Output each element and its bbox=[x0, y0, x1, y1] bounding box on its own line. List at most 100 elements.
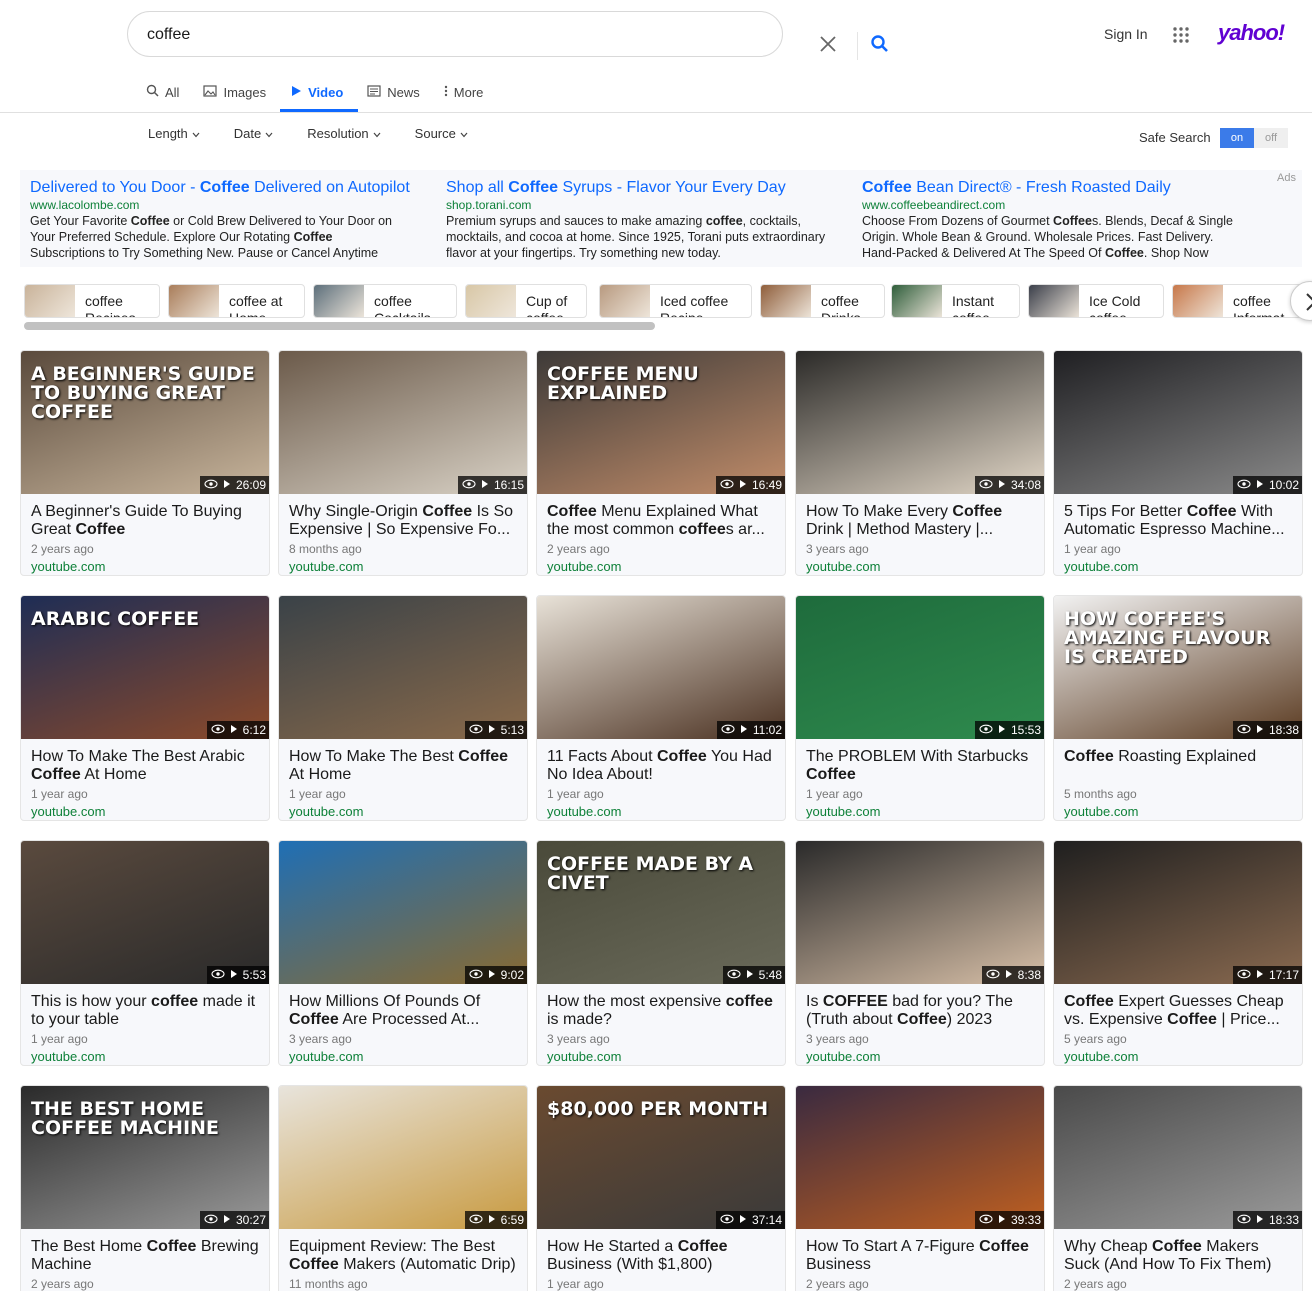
related-search-chip[interactable]: Instant coffee bbox=[891, 284, 1020, 318]
video-card[interactable]: 16:15 Why Single-Origin Coffee Is So Expe… bbox=[278, 350, 528, 576]
yahoo-logo[interactable]: yahoo! bbox=[1218, 20, 1285, 46]
safe-search-on[interactable]: on bbox=[1220, 128, 1254, 148]
video-title[interactable]: How He Started a Coffee Business (With $… bbox=[547, 1238, 779, 1274]
tab-more[interactable]: More bbox=[444, 82, 483, 102]
tab-video[interactable]: Video bbox=[290, 82, 343, 102]
video-title[interactable]: 11 Facts About Coffee You Had No Idea Ab… bbox=[547, 748, 779, 784]
video-thumbnail[interactable]: The Best Home Coffee Machine 30:27 bbox=[21, 1086, 269, 1229]
safe-search-off[interactable]: off bbox=[1254, 128, 1288, 148]
video-thumbnail[interactable]: 9:02 bbox=[279, 841, 527, 984]
video-thumbnail[interactable]: Arabic Coffee 6:12 bbox=[21, 596, 269, 739]
video-card[interactable]: 6:59 Equipment Review: The Best Coffee Ma… bbox=[278, 1085, 528, 1291]
video-thumbnail[interactable]: Coffee Menu Explained 16:49 bbox=[537, 351, 785, 494]
video-title[interactable]: How To Start A 7-Figure Coffee Business bbox=[806, 1238, 1038, 1274]
video-title[interactable]: How To Make The Best Coffee At Home bbox=[289, 748, 521, 784]
video-title[interactable]: A Beginner's Guide To Buying Great Coffe… bbox=[31, 503, 263, 539]
video-title[interactable]: Equipment Review: The Best Coffee Makers… bbox=[289, 1238, 521, 1274]
filter-date[interactable]: Date bbox=[234, 126, 273, 141]
video-title[interactable]: Why Single-Origin Coffee Is So Expensive… bbox=[289, 503, 521, 539]
video-title[interactable]: Coffee Menu Explained What the most comm… bbox=[547, 503, 779, 539]
video-thumbnail[interactable]: Coffee Made by a Civet 5:48 bbox=[537, 841, 785, 984]
chevron-right-icon[interactable] bbox=[1290, 281, 1312, 321]
related-search-chip[interactable]: Iced coffee Recipe bbox=[599, 284, 752, 318]
related-search-chip[interactable]: coffee at Home bbox=[168, 284, 305, 318]
chip-label: coffee Drinks bbox=[821, 293, 861, 318]
eye-icon bbox=[1237, 723, 1251, 737]
sign-in-link[interactable]: Sign In bbox=[1104, 26, 1148, 42]
chevron-down-icon bbox=[373, 126, 381, 141]
ad-title[interactable]: Delivered to You Door - Coffee Delivered… bbox=[30, 179, 410, 197]
video-title[interactable]: How To Make The Best Arabic Coffee At Ho… bbox=[31, 748, 263, 784]
ad-url[interactable]: www.coffeebeandirect.com bbox=[862, 198, 1242, 212]
video-thumbnail[interactable]: 15:53 bbox=[796, 596, 1044, 739]
video-thumbnail[interactable]: 5:53 bbox=[21, 841, 269, 984]
video-card[interactable]: 18:33 Why Cheap Coffee Makers Suck (And H… bbox=[1053, 1085, 1303, 1291]
video-card[interactable]: Arabic Coffee 6:12 How To Make The Best Ar… bbox=[20, 595, 270, 821]
tab-images[interactable]: Images bbox=[203, 82, 266, 102]
video-thumbnail[interactable]: $80,000 Per Month 37:14 bbox=[537, 1086, 785, 1229]
video-thumbnail[interactable]: 5:13 bbox=[279, 596, 527, 739]
video-thumbnail[interactable]: 11:02 bbox=[537, 596, 785, 739]
video-card[interactable]: 17:17 Coffee Expert Guesses Cheap vs. Exp… bbox=[1053, 840, 1303, 1066]
eye-icon bbox=[469, 723, 483, 737]
video-title[interactable]: The PROBLEM With Starbucks Coffee bbox=[806, 748, 1038, 784]
related-search-chip[interactable]: coffee Cocktails bbox=[313, 284, 457, 318]
video-card[interactable]: $80,000 Per Month 37:14 How He Started a C… bbox=[536, 1085, 786, 1291]
video-title[interactable]: How the most expensive coffee is made? bbox=[547, 993, 779, 1029]
video-card[interactable]: 10:02 5 Tips For Better Coffee With Autom… bbox=[1053, 350, 1303, 576]
video-card[interactable]: 8:38 Is COFFEE bad for you? The (Truth ab… bbox=[795, 840, 1045, 1066]
video-thumbnail[interactable]: 16:15 bbox=[279, 351, 527, 494]
ad-url[interactable]: shop.torani.com bbox=[446, 198, 826, 212]
video-title[interactable]: Coffee Roasting Explained bbox=[1064, 748, 1296, 766]
video-card[interactable]: A Beginner's Guide to Buying Great Coffe… bbox=[20, 350, 270, 576]
chips-scrollbar[interactable] bbox=[24, 322, 655, 330]
video-source: youtube.com bbox=[289, 804, 364, 819]
search-icon[interactable] bbox=[870, 34, 898, 62]
video-card[interactable]: 9:02 How Millions Of Pounds Of Coffee Are… bbox=[278, 840, 528, 1066]
ad-url[interactable]: www.lacolombe.com bbox=[30, 198, 410, 212]
video-title[interactable]: How Millions Of Pounds Of Coffee Are Pro… bbox=[289, 993, 521, 1029]
video-title[interactable]: Is COFFEE bad for you? The (Truth about … bbox=[806, 993, 1038, 1029]
video-thumbnail[interactable]: 8:38 bbox=[796, 841, 1044, 984]
video-title[interactable]: This is how your coffee made it to your … bbox=[31, 993, 263, 1029]
video-thumbnail[interactable]: A Beginner's Guide to Buying Great Coffe… bbox=[21, 351, 269, 494]
video-thumbnail[interactable]: 6:59 bbox=[279, 1086, 527, 1229]
video-thumbnail[interactable]: How Coffee's Amazing Flavour is Created 1… bbox=[1054, 596, 1302, 739]
search-input[interactable] bbox=[147, 22, 687, 48]
video-thumbnail[interactable]: 39:33 bbox=[796, 1086, 1044, 1229]
video-card[interactable]: Coffee Menu Explained 16:49 Coffee Menu Ex… bbox=[536, 350, 786, 576]
safe-search-toggle[interactable]: on off bbox=[1220, 128, 1288, 148]
video-card[interactable]: 11:02 11 Facts About Coffee You Had No Id… bbox=[536, 595, 786, 821]
video-card[interactable]: Coffee Made by a Civet 5:48 How the most e… bbox=[536, 840, 786, 1066]
video-card[interactable]: 5:53 This is how your coffee made it to y… bbox=[20, 840, 270, 1066]
video-card[interactable]: How Coffee's Amazing Flavour is Created 1… bbox=[1053, 595, 1303, 821]
filter-length[interactable]: Length bbox=[148, 126, 200, 141]
tab-news[interactable]: News bbox=[367, 82, 420, 102]
related-search-chip[interactable]: coffee Recipes bbox=[24, 284, 160, 318]
video-card[interactable]: 15:53 The PROBLEM With Starbucks Coffee 1 … bbox=[795, 595, 1045, 821]
related-search-chip[interactable]: Ice Cold coffee bbox=[1028, 284, 1164, 318]
video-title[interactable]: Why Cheap Coffee Makers Suck (And How To… bbox=[1064, 1238, 1296, 1274]
video-thumbnail[interactable]: 10:02 bbox=[1054, 351, 1302, 494]
clear-icon[interactable] bbox=[818, 34, 846, 62]
video-title[interactable]: The Best Home Coffee Brewing Machine bbox=[31, 1238, 263, 1274]
ad-title[interactable]: Coffee Bean Direct® - Fresh Roasted Dail… bbox=[862, 179, 1242, 197]
filter-resolution[interactable]: Resolution bbox=[307, 126, 381, 141]
video-thumbnail[interactable]: 34:08 bbox=[796, 351, 1044, 494]
video-card[interactable]: 5:13 How To Make The Best Coffee At Home 1… bbox=[278, 595, 528, 821]
video-title[interactable]: 5 Tips For Better Coffee With Automatic … bbox=[1064, 503, 1296, 539]
ad-title[interactable]: Shop all Coffee Syrups - Flavor Your Eve… bbox=[446, 179, 826, 197]
related-search-chip[interactable]: Cup of coffee bbox=[465, 284, 587, 318]
video-thumbnail[interactable]: 18:33 bbox=[1054, 1086, 1302, 1229]
video-card[interactable]: 39:33 How To Start A 7-Figure Coffee Busi… bbox=[795, 1085, 1045, 1291]
video-thumbnail[interactable]: 17:17 bbox=[1054, 841, 1302, 984]
video-card[interactable]: The Best Home Coffee Machine 30:27 The Bes… bbox=[20, 1085, 270, 1291]
apps-grid-icon[interactable] bbox=[1172, 26, 1190, 44]
play-icon bbox=[739, 478, 747, 492]
video-title[interactable]: Coffee Expert Guesses Cheap vs. Expensiv… bbox=[1064, 993, 1296, 1029]
tab-all[interactable]: All bbox=[146, 82, 179, 102]
related-search-chip[interactable]: coffee Drinks bbox=[760, 284, 885, 318]
video-title[interactable]: How To Make Every Coffee Drink | Method … bbox=[806, 503, 1038, 539]
filter-source[interactable]: Source bbox=[415, 126, 468, 141]
video-card[interactable]: 34:08 How To Make Every Coffee Drink | Me… bbox=[795, 350, 1045, 576]
